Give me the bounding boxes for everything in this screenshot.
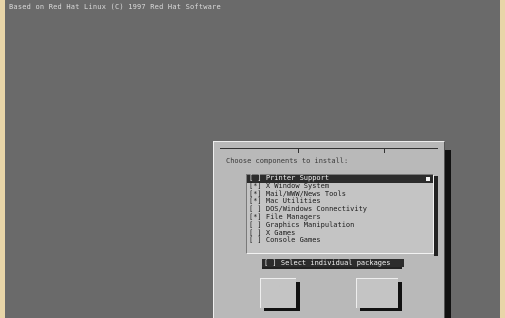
console-screen: Based on Red Hat Linux (C) 1997 Red Hat …: [5, 0, 500, 318]
dialog-title-line-left: [220, 148, 298, 149]
back-button-shadow: [398, 282, 402, 310]
ok-button-shadow: [296, 282, 300, 310]
list-shadow: [434, 176, 438, 256]
back-button-shadow-bottom: [360, 308, 402, 311]
list-rows: [ ] Printer Support [*] X Window System [*…: [247, 174, 433, 245]
ok-button-label: Ok: [274, 282, 283, 290]
dialog-shadow: [445, 150, 451, 318]
checkbox-shadow: [262, 267, 402, 269]
components-dialog: Choose components to install: [ ] Printe…: [213, 141, 445, 318]
dialog-prompt: Choose components to install:: [226, 157, 349, 165]
header-text: Based on Red Hat Linux (C) 1997 Red Hat …: [9, 3, 221, 11]
ok-button[interactable]: Ok: [260, 278, 296, 308]
ok-button-shadow-bottom: [264, 308, 300, 311]
scrollbar-thumb[interactable]: [426, 177, 430, 181]
dialog-title-line-mid: [298, 148, 384, 149]
dialog-title-line-right: [384, 148, 438, 149]
back-button[interactable]: Back: [356, 278, 398, 308]
back-button-label: Back: [369, 282, 386, 290]
select-individual-packages-checkbox[interactable]: [ ] Select individual packages: [262, 259, 404, 267]
component-item[interactable]: [ ] Console Games: [247, 237, 433, 245]
components-list[interactable]: [ ] Printer Support [*] X Window System [*…: [246, 174, 434, 254]
